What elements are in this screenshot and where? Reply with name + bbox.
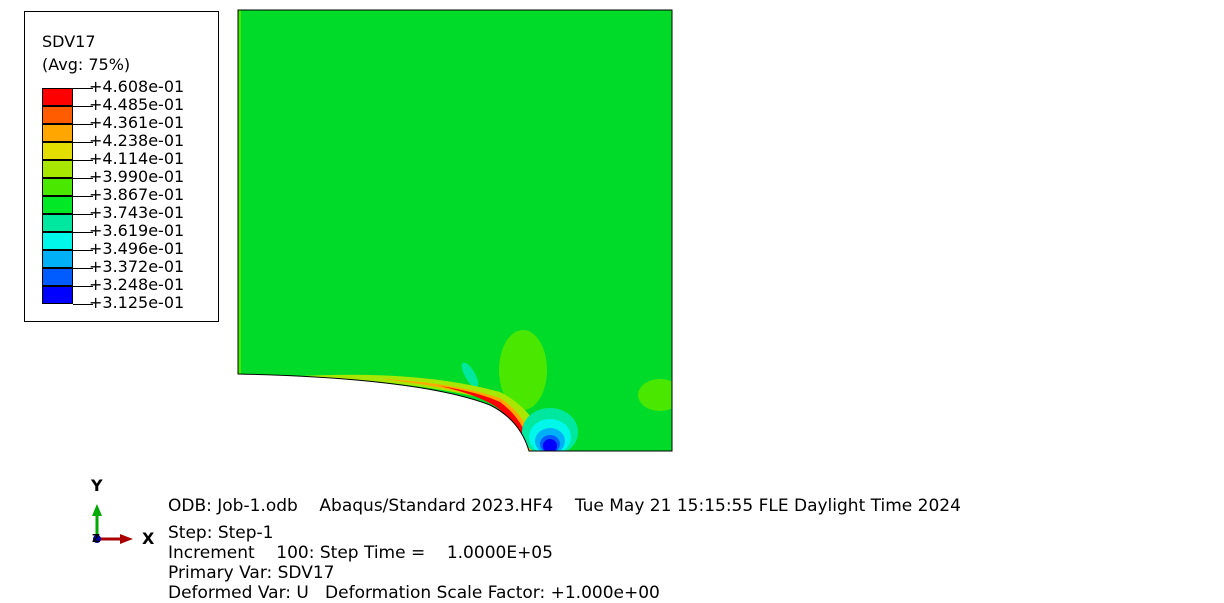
legend-value: +3.372e-01 — [89, 257, 185, 276]
legend-value: +3.867e-01 — [89, 185, 185, 204]
legend-value: +3.743e-01 — [89, 203, 185, 222]
legend-swatch — [42, 160, 73, 178]
legend-swatch — [42, 268, 73, 286]
triad-z-label: Z — [92, 532, 100, 545]
legend-value: +3.496e-01 — [89, 239, 185, 258]
legend-swatch — [42, 106, 73, 124]
increment-info-line: Increment 100: Step Time = 1.0000E+05 — [168, 543, 553, 563]
axis-triad: Y X Z — [80, 474, 170, 554]
deformed-var-line: Deformed Var: U Deformation Scale Factor… — [168, 583, 660, 603]
legend-value: +3.125e-01 — [89, 293, 185, 312]
odb-info-line: ODB: Job-1.odb Abaqus/Standard 2023.HF4 … — [168, 496, 961, 516]
legend-swatch — [42, 286, 73, 304]
legend-averaging: (Avg: 75%) — [42, 55, 131, 74]
legend-swatch — [42, 232, 73, 250]
legend-value: +3.619e-01 — [89, 221, 185, 240]
legend-value: +3.990e-01 — [89, 167, 185, 186]
legend-value: +4.361e-01 — [89, 113, 185, 132]
legend-value: +4.114e-01 — [89, 149, 185, 168]
legend-swatch — [42, 196, 73, 214]
legend-value: +4.238e-01 — [89, 131, 185, 150]
contour-legend: SDV17 (Avg: 75%) +4.608e-01 +4.485e-01 +4.… — [24, 11, 219, 322]
step-info-line: Step: Step-1 — [168, 523, 274, 543]
triad-y-label: Y — [91, 476, 103, 495]
legend-swatch — [42, 214, 73, 232]
legend-swatch — [42, 142, 73, 160]
contour-region-right-blob — [638, 379, 672, 411]
legend-swatch — [42, 250, 73, 268]
part-contour[interactable] — [238, 10, 682, 456]
primary-var-line: Primary Var: SDV17 — [168, 563, 335, 583]
legend-swatch — [42, 178, 73, 196]
triad-x-label: X — [142, 529, 155, 548]
legend-variable-name: SDV17 — [42, 32, 96, 51]
legend-value: +4.608e-01 — [89, 77, 185, 96]
legend-swatch — [42, 88, 73, 106]
legend-value: +4.485e-01 — [89, 95, 185, 114]
legend-swatch — [42, 124, 73, 142]
legend-value: +3.248e-01 — [89, 275, 185, 294]
